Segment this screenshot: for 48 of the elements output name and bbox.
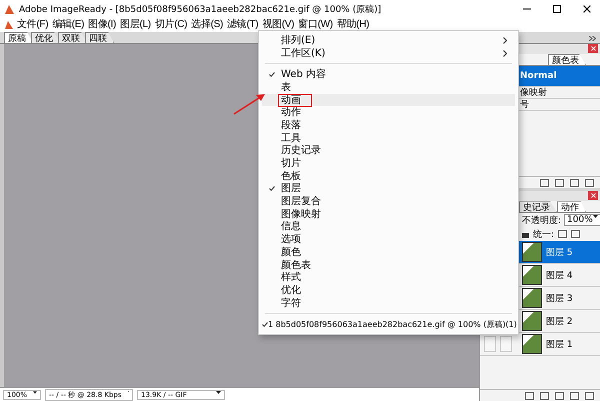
menu-option[interactable]: 切片 xyxy=(262,157,515,170)
panel-tab[interactable]: 动作 xyxy=(557,201,586,212)
menu-item[interactable]: 文件(F) xyxy=(16,19,50,31)
document-tab[interactable]: 双联 xyxy=(58,32,87,43)
menu-item[interactable]: 图层(L) xyxy=(119,19,152,31)
layer-thumbnail xyxy=(522,311,542,332)
panel-tab[interactable]: 史记录 xyxy=(519,201,557,212)
menu-item[interactable]: 选择(S) xyxy=(190,19,224,31)
layer-thumbnail xyxy=(522,334,542,354)
menu-item[interactable]: 视图(V) xyxy=(261,19,296,31)
menu-item[interactable]: 帮助(H) xyxy=(336,19,370,31)
layer-thumbnail xyxy=(522,288,542,308)
menu-item[interactable]: 窗口(W) xyxy=(297,19,334,31)
menu-item[interactable]: 切片(C) xyxy=(154,19,188,31)
document-tab[interactable]: 优化 xyxy=(31,32,60,43)
opacity-label: 不透明度: xyxy=(522,214,562,227)
close-icon xyxy=(583,5,591,13)
menu-option[interactable]: 历史记录 xyxy=(262,144,515,158)
panel-tab[interactable]: 颜色表 xyxy=(548,54,586,65)
layer-thumbnail xyxy=(522,265,542,286)
menu-option[interactable]: 工作区(K) xyxy=(262,46,515,60)
menu-option[interactable]: 排列(E) xyxy=(262,34,515,47)
layer-thumbnail xyxy=(522,242,542,262)
menu-option[interactable]: 信息 xyxy=(262,220,515,234)
opacity-field[interactable]: 100% xyxy=(564,214,600,226)
menu-option[interactable]: 工具 xyxy=(262,132,515,144)
app-logo-icon xyxy=(4,4,15,14)
menu-option[interactable]: 动画 xyxy=(262,94,515,106)
document-tab[interactable]: 四联 xyxy=(85,32,114,43)
menu-option[interactable]: 图层复合 xyxy=(262,195,515,208)
menu-item[interactable]: 编辑(E) xyxy=(51,19,86,31)
window-title: Adobe ImageReady - [8b5d05f08f956063a1aeeb282bac621e.gif @ 100% (原稿)] xyxy=(19,4,382,16)
check-icon xyxy=(268,186,274,192)
menu-option[interactable]: 图像映射 xyxy=(262,208,515,221)
unify-label: 统一: xyxy=(533,228,554,241)
maximize-icon xyxy=(553,5,561,13)
menu-option[interactable]: 段落 xyxy=(262,119,515,132)
menu-option[interactable]: 色板 xyxy=(262,170,515,183)
document-tab[interactable]: 原稿 xyxy=(4,32,33,43)
menu-item[interactable]: 滤镜(T) xyxy=(226,19,260,31)
close-icon[interactable] xyxy=(590,46,596,51)
expand-icon[interactable] xyxy=(589,36,596,41)
document-icon xyxy=(4,20,14,30)
close-icon[interactable] xyxy=(590,193,596,198)
check-icon xyxy=(268,72,274,78)
menu-option[interactable]: 图层 xyxy=(262,182,515,196)
check-icon xyxy=(262,322,268,328)
menu-item[interactable]: 图像(I) xyxy=(87,19,118,31)
